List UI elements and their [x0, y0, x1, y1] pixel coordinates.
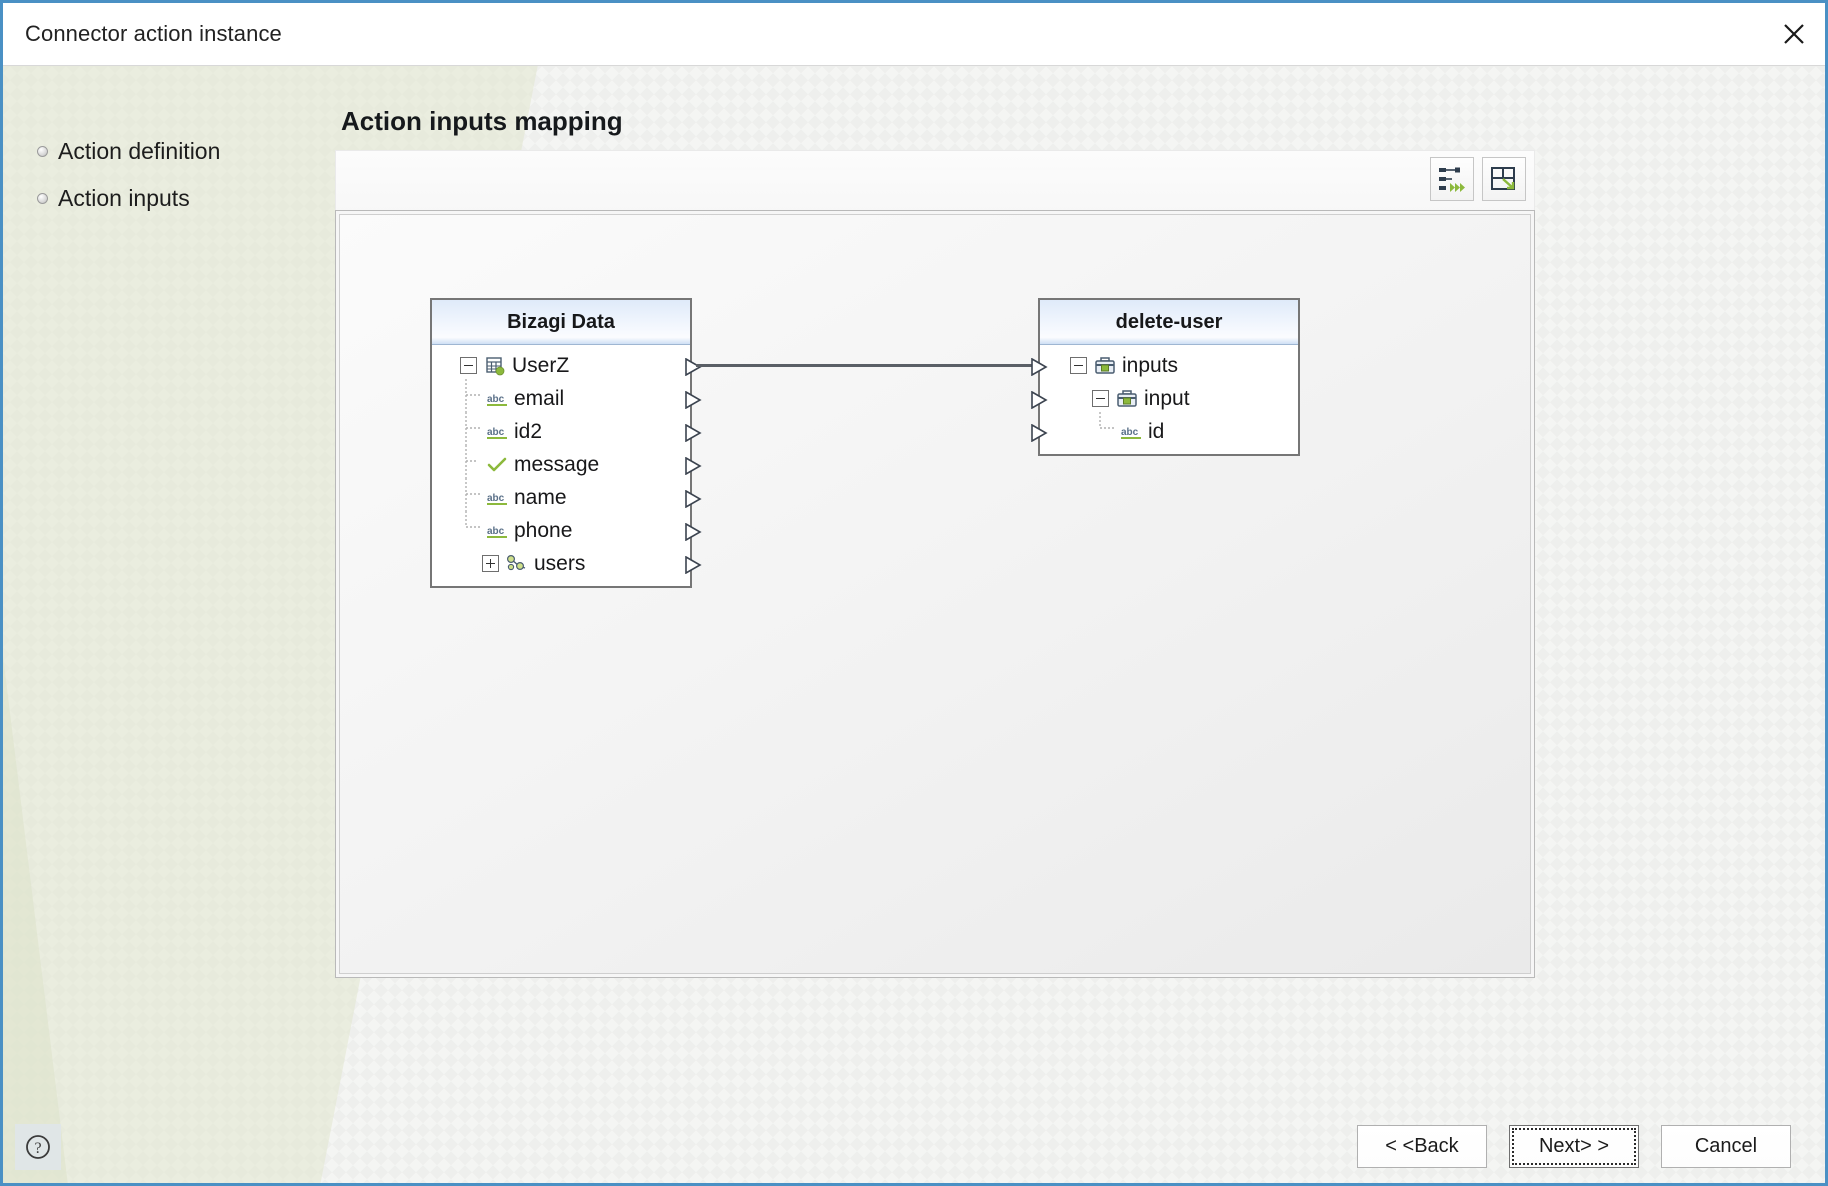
sidebar-item-label: Action definition — [58, 138, 221, 164]
collapse-toggle-icon[interactable] — [1070, 357, 1087, 374]
svg-text:abc: abc — [487, 394, 505, 405]
mapper-toolbar-strip — [335, 150, 1535, 213]
table-row[interactable]: abc id2 — [432, 412, 690, 448]
output-port-userz[interactable] — [684, 358, 702, 376]
connector-action-instance-dialog: Connector action instance Action definit… — [0, 0, 1828, 1186]
step-bullet-icon — [37, 193, 48, 204]
collection-icon — [504, 554, 530, 574]
mapper-toolbar — [1430, 157, 1526, 201]
row-label: users — [534, 552, 586, 575]
dialog-title-bar: Connector action instance — [3, 3, 1825, 66]
output-port-name[interactable] — [684, 490, 702, 508]
table-row[interactable]: abc email — [432, 379, 690, 415]
tree-connector-line — [1096, 412, 1118, 451]
back-button[interactable]: < <Back — [1357, 1125, 1487, 1168]
source-panel-header: Bizagi Data — [432, 300, 690, 345]
wizard-buttons: < <Back Next> > Cancel — [1357, 1125, 1791, 1168]
arrange-layout-button[interactable] — [1482, 157, 1526, 201]
target-panel-rows: inputs input abc id — [1040, 345, 1298, 454]
source-panel-title: Bizagi Data — [507, 310, 615, 333]
row-label: id — [1148, 420, 1165, 443]
row-label: phone — [514, 519, 573, 542]
row-label: name — [514, 486, 567, 509]
row-label: message — [514, 453, 600, 476]
output-port-message[interactable] — [684, 457, 702, 475]
dialog-footer: ? < <Back Next> > Cancel — [3, 1116, 1825, 1183]
boolean-check-icon — [484, 456, 510, 474]
wizard-steps-nav: Action definition Action inputs — [37, 128, 337, 222]
string-abc-icon: abc — [1118, 424, 1144, 440]
dialog-title: Connector action instance — [25, 21, 282, 46]
svg-text:?: ? — [34, 1140, 41, 1157]
input-port-input[interactable] — [1030, 391, 1048, 409]
table-row[interactable]: input — [1040, 382, 1298, 415]
mapping-canvas-surface[interactable]: Bizagi Data UserZ abc email abc id2 mess… — [339, 214, 1531, 974]
row-label: email — [514, 387, 565, 410]
briefcase-icon — [1114, 389, 1140, 409]
table-row[interactable]: abc name — [432, 478, 690, 514]
input-port-inputs[interactable] — [1030, 358, 1048, 376]
close-icon[interactable] — [1763, 3, 1825, 65]
table-row[interactable]: message — [432, 445, 690, 481]
sidebar-item-label: Action inputs — [58, 185, 190, 211]
source-panel-bizagi-data[interactable]: Bizagi Data UserZ abc email abc id2 mess… — [430, 298, 702, 588]
cancel-button[interactable]: Cancel — [1661, 1125, 1791, 1168]
svg-text:abc: abc — [487, 427, 505, 438]
target-panel-header: delete-user — [1040, 300, 1298, 345]
table-row[interactable]: users — [432, 547, 690, 580]
input-port-id[interactable] — [1030, 424, 1048, 442]
svg-text:abc: abc — [1121, 427, 1139, 438]
row-label: id2 — [514, 420, 543, 443]
row-label: UserZ — [512, 354, 570, 377]
source-panel-rows: UserZ abc email abc id2 message abc name… — [432, 345, 690, 586]
table-row[interactable]: abc id — [1040, 412, 1298, 451]
output-port-id2[interactable] — [684, 424, 702, 442]
row-label: input — [1144, 387, 1190, 410]
string-abc-icon: abc — [484, 523, 510, 539]
dialog-body: Action definition Action inputs Action i… — [3, 66, 1825, 1183]
string-abc-icon: abc — [484, 391, 510, 407]
table-row[interactable]: inputs — [1040, 349, 1298, 382]
tree-connector-line — [462, 511, 484, 550]
next-button[interactable]: Next> > — [1509, 1125, 1639, 1168]
string-abc-icon: abc — [484, 490, 510, 506]
target-panel-title: delete-user — [1115, 310, 1223, 333]
sidebar-item-action-definition[interactable]: Action definition — [37, 128, 337, 175]
help-question-icon[interactable]: ? — [15, 1124, 61, 1170]
output-port-users[interactable] — [684, 556, 702, 574]
table-row[interactable]: UserZ — [432, 349, 690, 382]
sidebar-item-action-inputs[interactable]: Action inputs — [37, 175, 337, 222]
string-abc-icon: abc — [484, 424, 510, 440]
table-row[interactable]: abc phone — [432, 511, 690, 550]
step-bullet-icon — [37, 146, 48, 157]
mapping-canvas[interactable]: Bizagi Data UserZ abc email abc id2 mess… — [335, 210, 1535, 978]
target-panel-delete-user[interactable]: delete-user inputs input abc id — [1031, 298, 1300, 456]
auto-map-button[interactable] — [1430, 157, 1474, 201]
output-port-phone[interactable] — [684, 523, 702, 541]
expand-toggle-icon[interactable] — [482, 555, 499, 572]
svg-text:abc: abc — [487, 526, 505, 537]
output-port-email[interactable] — [684, 391, 702, 409]
collapse-toggle-icon[interactable] — [460, 357, 477, 374]
collapse-toggle-icon[interactable] — [1092, 390, 1109, 407]
svg-text:abc: abc — [487, 493, 505, 504]
entity-icon — [482, 356, 508, 376]
briefcase-icon — [1092, 356, 1118, 376]
page-title: Action inputs mapping — [341, 106, 623, 136]
row-label: inputs — [1122, 354, 1179, 377]
mapping-connection-id2-to-id[interactable] — [696, 364, 1038, 367]
